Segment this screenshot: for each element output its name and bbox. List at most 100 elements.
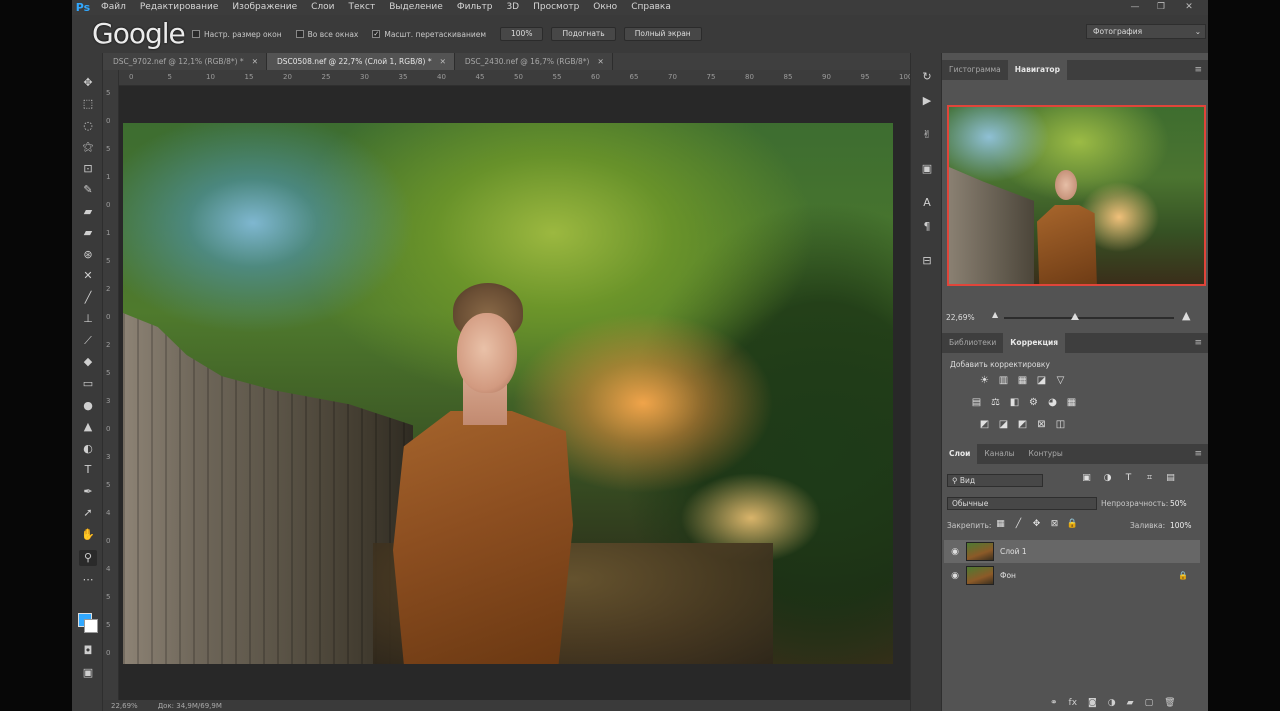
color-lookup-icon[interactable]: ▦ <box>1065 397 1078 408</box>
path-selection-tool-icon[interactable]: ➚ <box>79 505 97 521</box>
stamp-tool-icon[interactable]: ⊥ <box>79 311 97 327</box>
filter-pixel-icon[interactable]: ▣ <box>1080 473 1093 483</box>
black-white-icon[interactable]: ◧ <box>1008 397 1021 408</box>
screen-mode-icon[interactable]: ▣ <box>79 665 97 681</box>
selective-color-icon[interactable]: ⊠ <box>1035 419 1048 430</box>
fit-screen-button[interactable]: Подогнать <box>551 27 616 41</box>
lock-brush-icon[interactable]: ╱ <box>1012 519 1025 529</box>
channel-mixer-icon[interactable]: ◕ <box>1046 397 1059 408</box>
paragraph-panel-icon[interactable]: ¶ <box>919 219 935 235</box>
clone-stamp-tool-icon[interactable]: ⊛ <box>79 247 97 263</box>
scrubby-zoom-option[interactable]: ✓ Масшт. перетаскиванием <box>372 30 486 39</box>
history-panel-icon[interactable]: ↻ <box>919 69 935 85</box>
layer-row[interactable]: ◉ Фон 🔒 <box>944 564 1200 587</box>
actions-panel-icon[interactable]: ▶ <box>919 93 935 109</box>
menu-text[interactable]: Текст <box>342 0 383 15</box>
eye-icon[interactable]: ◉ <box>944 547 966 557</box>
zoom-tool-icon[interactable]: ⚲ <box>79 550 97 566</box>
quick-mask-icon[interactable]: ◘ <box>79 643 97 659</box>
layer-mask-icon[interactable]: ◙ <box>1088 698 1097 708</box>
new-group-icon[interactable]: ▰ <box>1127 698 1134 708</box>
panel-menu-icon[interactable]: ≡ <box>1194 444 1202 464</box>
sharpen-tool-icon[interactable]: ▲ <box>79 419 97 435</box>
more-tools-icon[interactable]: ⋯ <box>79 572 97 588</box>
threshold-icon[interactable]: ◩ <box>1016 419 1029 430</box>
menu-image[interactable]: Изображение <box>225 0 304 15</box>
opacity-value[interactable]: 50% <box>1170 499 1187 508</box>
tab-navigator[interactable]: Навигатор <box>1007 60 1067 80</box>
navigator-thumbnail[interactable] <box>947 105 1206 286</box>
tab-histogram[interactable]: Гистограмма <box>942 60 1008 80</box>
all-windows-option[interactable]: Во все окнах <box>295 30 358 39</box>
document-image[interactable] <box>123 123 893 664</box>
photo-filter-icon[interactable]: ⚙ <box>1027 397 1040 408</box>
menu-filter[interactable]: Фильтр <box>450 0 500 15</box>
document-tab[interactable]: DSC_2430.nef @ 16,7% (RGB/8*) ✕ <box>454 53 613 70</box>
restore-button[interactable]: ❐ <box>1148 0 1174 15</box>
fill-value[interactable]: 100% <box>1170 521 1191 530</box>
background-color-swatch[interactable] <box>84 619 98 633</box>
close-icon[interactable]: ✕ <box>440 53 446 70</box>
close-icon[interactable]: ✕ <box>252 53 258 70</box>
document-tab-active[interactable]: DSC0508.nef @ 22,7% (Слой 1, RGB/8) * ✕ <box>266 53 455 70</box>
panel-menu-icon[interactable]: ≡ <box>1194 333 1202 353</box>
menu-select[interactable]: Выделение <box>382 0 450 15</box>
blur-tool-icon[interactable]: ● <box>79 398 97 414</box>
lasso-tool-icon[interactable]: ◌ <box>79 118 97 134</box>
menu-window[interactable]: Окно <box>586 0 624 15</box>
menu-3d[interactable]: 3D <box>499 0 526 15</box>
filter-shape-icon[interactable]: ⌗ <box>1143 473 1156 483</box>
menu-layers[interactable]: Слои <box>304 0 341 15</box>
navigator-zoom-value[interactable]: 22,69% <box>946 313 975 322</box>
zoom-out-icon[interactable]: ▲ <box>992 310 998 319</box>
curves-icon[interactable]: ▦ <box>1016 375 1029 386</box>
marquee-tool-icon[interactable]: ⬚ <box>79 96 97 112</box>
hand-tool-icon[interactable]: ✋ <box>79 527 97 543</box>
eraser-tool-icon[interactable]: ◆ <box>79 354 97 370</box>
filter-type-icon[interactable]: T <box>1122 473 1135 483</box>
lock-artboard-icon[interactable]: ⊠ <box>1048 519 1061 529</box>
adjustments-panel-icon[interactable]: ⊟ <box>919 253 935 269</box>
tab-correction[interactable]: Коррекция <box>1003 333 1066 353</box>
resize-windows-option[interactable]: Настр. размер окон <box>192 30 282 39</box>
status-zoom[interactable]: 22,69% <box>111 702 138 710</box>
zoom-slider-track[interactable] <box>1004 317 1174 319</box>
all-windows-checkbox[interactable] <box>295 30 304 38</box>
invert-icon[interactable]: ◩ <box>978 419 991 430</box>
zoom-slider-handle[interactable] <box>1071 313 1079 320</box>
type-tool-icon[interactable]: T <box>79 462 97 478</box>
vibrance-icon[interactable]: ▽ <box>1054 375 1067 386</box>
eyedropper-tool-icon[interactable]: ✎ <box>79 182 97 198</box>
canvas-area[interactable] <box>119 86 913 700</box>
full-screen-button[interactable]: Полный экран <box>623 27 702 41</box>
layer-row[interactable]: ◉ Слой 1 <box>944 540 1200 563</box>
hue-saturation-icon[interactable]: ▤ <box>970 397 983 408</box>
menu-edit[interactable]: Редактирование <box>133 0 226 15</box>
document-tab[interactable]: DSC_9702.nef @ 12,1% (RGB/8*) * ✕ <box>103 53 267 70</box>
crop-tool-icon[interactable]: ⊡ <box>79 161 97 177</box>
posterize-icon[interactable]: ◪ <box>997 419 1010 430</box>
tab-layers[interactable]: Слои <box>942 444 978 464</box>
workspace-dropdown[interactable]: Фотография ⌄ <box>1086 24 1206 39</box>
lock-transparent-icon[interactable]: ▦ <box>994 519 1007 529</box>
delete-layer-icon[interactable]: 🗑 <box>1164 698 1175 708</box>
layer-filter-dropdown[interactable]: ⚲ Вид <box>947 474 1043 487</box>
filter-adjustment-icon[interactable]: ◑ <box>1101 473 1114 483</box>
move-tool-icon[interactable]: ✥ <box>79 75 97 91</box>
exposure-icon[interactable]: ◪ <box>1035 375 1048 386</box>
menu-help[interactable]: Справка <box>624 0 678 15</box>
lock-position-icon[interactable]: ✥ <box>1030 519 1043 529</box>
history-brush-tool-icon[interactable]: ✕ <box>79 268 97 284</box>
close-icon[interactable]: ✕ <box>597 53 603 70</box>
new-layer-icon[interactable]: ▢ <box>1145 698 1154 708</box>
menu-file[interactable]: Файл <box>94 0 133 15</box>
eye-icon[interactable]: ◉ <box>944 571 966 581</box>
paint-brush-tool-icon[interactable]: ╱ <box>79 290 97 306</box>
gradient-map-icon[interactable]: ◫ <box>1054 419 1067 430</box>
brush-tool-icon[interactable]: ▰ <box>79 225 97 241</box>
color-balance-icon[interactable]: ⚖ <box>989 397 1002 408</box>
tab-libraries[interactable]: Библиотеки <box>942 333 1003 353</box>
scrubby-zoom-checkbox[interactable]: ✓ <box>372 30 381 38</box>
zoom-in-icon[interactable]: ▲ <box>1182 309 1190 322</box>
gradient-tool-icon[interactable]: ▭ <box>79 376 97 392</box>
